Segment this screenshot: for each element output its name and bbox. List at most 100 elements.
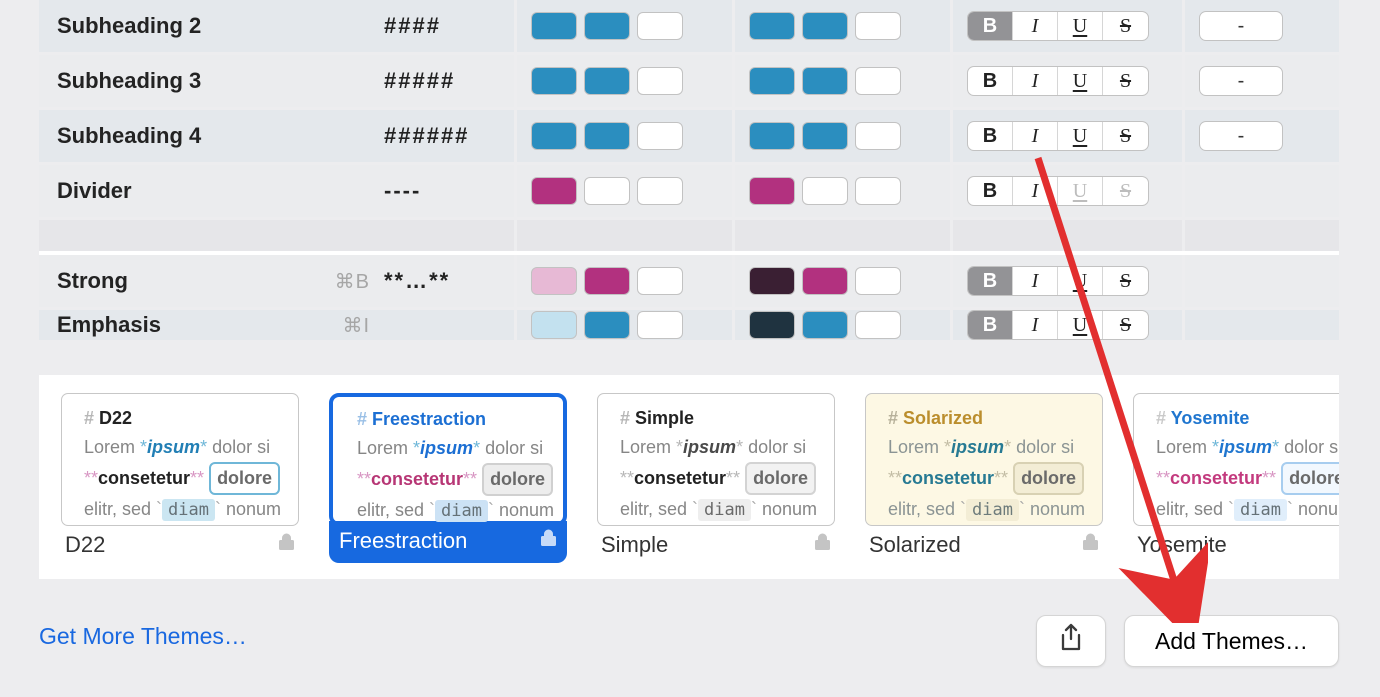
bold-toggle[interactable]: B — [968, 177, 1013, 205]
theme-title: Yosemite — [1137, 532, 1227, 558]
color-swatch[interactable] — [802, 177, 848, 205]
theme-title: D22 — [65, 532, 105, 558]
color-swatch[interactable] — [531, 311, 577, 339]
strike-toggle[interactable]: S — [1103, 177, 1148, 205]
lock-icon — [278, 532, 295, 558]
italic-toggle[interactable]: I — [1013, 177, 1058, 205]
strike-toggle[interactable]: S — [1103, 122, 1148, 150]
strike-toggle[interactable]: S — [1103, 67, 1148, 95]
underline-toggle[interactable]: U — [1058, 311, 1103, 339]
theme-preview: # D22 Lorem *ipsum* dolor si **consetetu… — [61, 393, 299, 526]
theme-card-yosemite[interactable]: # Yosemite Lorem *ipsum* dolor si **cons… — [1133, 393, 1339, 579]
style-row: Subheading 4 ###### B I U S - — [39, 110, 1339, 165]
theme-card-d22[interactable]: # D22 Lorem *ipsum* dolor si **consetetu… — [61, 393, 299, 579]
color-swatch[interactable] — [802, 122, 848, 150]
italic-toggle[interactable]: I — [1013, 122, 1058, 150]
style-name: Emphasis — [57, 312, 161, 338]
theme-card-solarized[interactable]: # Solarized Lorem *ipsum* dolor si **con… — [865, 393, 1103, 579]
color-swatch[interactable] — [749, 67, 795, 95]
add-themes-button[interactable]: Add Themes… — [1124, 615, 1339, 667]
color-swatch[interactable] — [749, 122, 795, 150]
theme-card-simple[interactable]: # Simple Lorem *ipsum* dolor si **conset… — [597, 393, 835, 579]
bold-toggle[interactable]: B — [968, 67, 1013, 95]
color-swatch[interactable] — [584, 122, 630, 150]
border-style-select[interactable]: - — [1199, 66, 1283, 96]
color-swatch[interactable] — [584, 267, 630, 295]
get-more-themes-link[interactable]: Get More Themes… — [39, 623, 247, 650]
style-name: Subheading 3 — [57, 68, 201, 94]
italic-toggle[interactable]: I — [1013, 67, 1058, 95]
bold-toggle[interactable]: B — [968, 12, 1013, 40]
strike-toggle[interactable]: S — [1103, 12, 1148, 40]
theme-title: Freestraction — [339, 528, 467, 554]
style-name: Strong — [57, 268, 128, 294]
color-swatch[interactable] — [802, 311, 848, 339]
border-style-select[interactable]: - — [1199, 11, 1283, 41]
style-row: Emphasis ⌘I B I U S — [39, 310, 1339, 343]
border-style-select[interactable]: - — [1199, 121, 1283, 151]
color-swatch[interactable] — [637, 122, 683, 150]
markdown-syntax: **…** — [384, 268, 514, 294]
italic-toggle[interactable]: I — [1013, 267, 1058, 295]
style-row: Subheading 3 ##### B I U S - — [39, 55, 1339, 110]
color-swatch[interactable] — [749, 267, 795, 295]
color-swatch[interactable] — [584, 311, 630, 339]
text-style-segmented[interactable]: B I U S — [967, 121, 1149, 151]
color-swatch[interactable] — [531, 12, 577, 40]
italic-toggle[interactable]: I — [1013, 311, 1058, 339]
color-swatch[interactable] — [584, 177, 630, 205]
color-swatch[interactable] — [637, 12, 683, 40]
underline-toggle[interactable]: U — [1058, 12, 1103, 40]
strike-toggle[interactable]: S — [1103, 311, 1148, 339]
underline-toggle[interactable]: U — [1058, 177, 1103, 205]
bold-toggle[interactable]: B — [968, 311, 1013, 339]
color-swatch[interactable] — [802, 267, 848, 295]
text-style-segmented[interactable]: B I U S — [967, 176, 1149, 206]
color-swatch[interactable] — [855, 177, 901, 205]
themes-panel: # D22 Lorem *ipsum* dolor si **consetetu… — [39, 375, 1339, 579]
color-swatch[interactable] — [637, 67, 683, 95]
italic-toggle[interactable]: I — [1013, 12, 1058, 40]
color-swatch[interactable] — [749, 12, 795, 40]
text-style-segmented[interactable]: B I U S — [967, 11, 1149, 41]
color-swatch[interactable] — [584, 67, 630, 95]
color-swatch[interactable] — [637, 177, 683, 205]
theme-preview: # Solarized Lorem *ipsum* dolor si **con… — [865, 393, 1103, 526]
color-swatch[interactable] — [802, 12, 848, 40]
style-row: Subheading 2 #### B I U S - — [39, 0, 1339, 55]
text-style-segmented[interactable]: B I U S — [967, 266, 1149, 296]
lock-icon — [1082, 532, 1099, 558]
color-swatch[interactable] — [855, 267, 901, 295]
text-style-segmented[interactable]: B I U S — [967, 310, 1149, 340]
theme-preview: # Yosemite Lorem *ipsum* dolor si **cons… — [1133, 393, 1339, 526]
markdown-syntax: ##### — [384, 68, 514, 94]
underline-toggle[interactable]: U — [1058, 67, 1103, 95]
bold-toggle[interactable]: B — [968, 267, 1013, 295]
lock-icon — [814, 532, 831, 558]
color-swatch[interactable] — [584, 12, 630, 40]
share-button[interactable] — [1036, 615, 1106, 667]
bold-toggle[interactable]: B — [968, 122, 1013, 150]
color-swatch[interactable] — [855, 122, 901, 150]
color-swatch[interactable] — [855, 67, 901, 95]
color-swatch[interactable] — [749, 311, 795, 339]
strike-toggle[interactable]: S — [1103, 267, 1148, 295]
color-swatch[interactable] — [531, 122, 577, 150]
text-style-segmented[interactable]: B I U S — [967, 66, 1149, 96]
color-swatch[interactable] — [637, 267, 683, 295]
underline-toggle[interactable]: U — [1058, 122, 1103, 150]
color-swatch[interactable] — [749, 177, 795, 205]
color-swatch[interactable] — [802, 67, 848, 95]
color-swatch[interactable] — [637, 311, 683, 339]
keyboard-shortcut: ⌘I — [342, 313, 370, 338]
color-swatch[interactable] — [531, 177, 577, 205]
color-swatch[interactable] — [531, 267, 577, 295]
style-name: Subheading 4 — [57, 123, 201, 149]
color-swatch[interactable] — [855, 311, 901, 339]
style-name: Divider — [57, 178, 132, 204]
color-swatch[interactable] — [855, 12, 901, 40]
underline-toggle[interactable]: U — [1058, 267, 1103, 295]
color-swatch[interactable] — [531, 67, 577, 95]
style-row: Divider ---- B I U S — [39, 165, 1339, 220]
theme-card-freestraction[interactable]: # Freestraction Lorem *ipsum* dolor si *… — [329, 393, 567, 579]
